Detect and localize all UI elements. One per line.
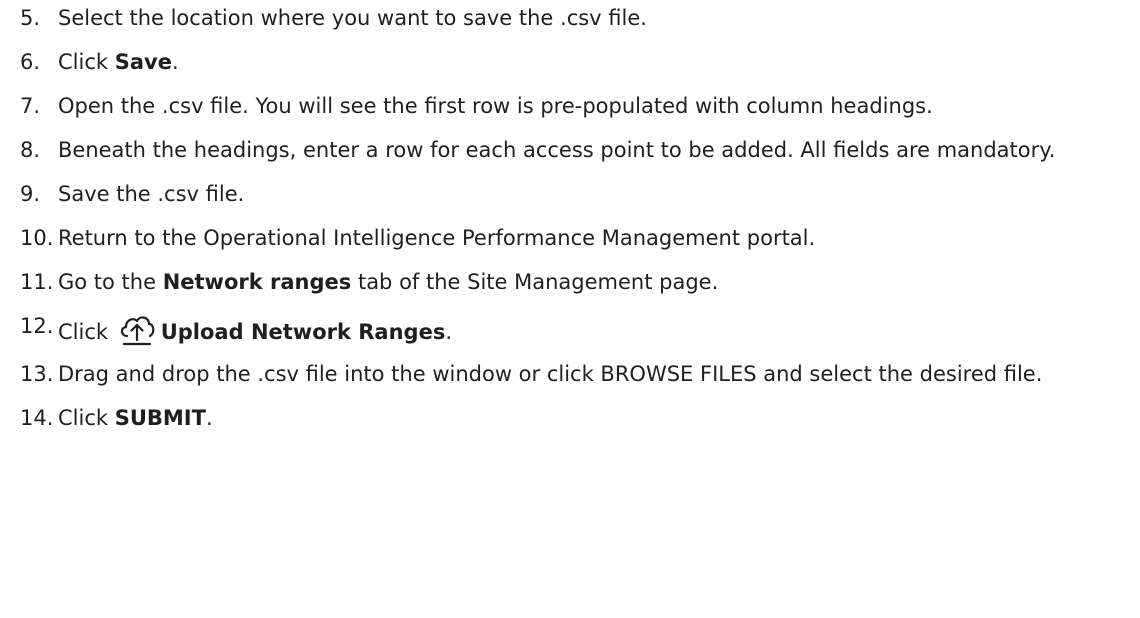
step-number: 12. [20, 314, 54, 338]
step-number: 5. [20, 6, 41, 30]
step-item: 7. Open the .csv file. You will see the f… [20, 91, 1125, 121]
step-emphasis: Upload Network Ranges [160, 320, 446, 344]
cloud-upload-icon [120, 316, 155, 346]
step-item: 14. Click SUBMIT. [20, 403, 1125, 433]
step-item: 8. Beneath the headings, enter a row for … [20, 135, 1125, 165]
step-emphasis: Save [114, 50, 172, 74]
step-number: 9. [20, 182, 41, 206]
step-item: 10. Return to the Operational Intelligenc… [20, 223, 1125, 253]
step-text: Open the .csv file. You will see the fir… [58, 94, 933, 118]
step-text: Drag and drop the .csv file into the win… [58, 362, 1043, 386]
step-text: Click [58, 320, 115, 344]
instruction-steps: 5. Select the location where you want to … [20, 3, 1125, 447]
step-text: Return to the Operational Intelligence P… [58, 226, 816, 250]
step-number: 11. [20, 270, 54, 294]
step-emphasis: SUBMIT [114, 406, 206, 430]
step-text: Beneath the headings, enter a row for ea… [58, 138, 1056, 162]
step-text: Save the .csv file. [58, 182, 245, 206]
step-number: 10. [20, 226, 54, 250]
step-number: 7. [20, 94, 41, 118]
step-item: 11. Go to the Network ranges tab of the S… [20, 267, 1125, 297]
step-emphasis: Network ranges [162, 270, 352, 294]
step-text: Go to the [58, 270, 163, 294]
step-number: 6. [20, 50, 41, 74]
step-item: 5. Select the location where you want to … [20, 3, 1125, 33]
step-text: Click [58, 406, 115, 430]
step-number: 14. [20, 406, 54, 430]
step-text: Select the location where you want to sa… [58, 6, 647, 30]
step-number: 8. [20, 138, 41, 162]
step-number: 13. [20, 362, 54, 386]
step-item: 13. Drag and drop the .csv file into the … [20, 359, 1125, 389]
step-item: 6. Click Save. [20, 47, 1125, 77]
step-text: tab of the Site Management page. [351, 270, 719, 294]
step-item: 9. Save the .csv file. [20, 179, 1125, 209]
step-item: 12. Click Upload Network Ranges. [20, 311, 1125, 347]
step-text: Click [58, 50, 115, 74]
step-text: . [171, 50, 179, 74]
step-text: . [205, 406, 213, 430]
step-text: . [445, 320, 453, 344]
